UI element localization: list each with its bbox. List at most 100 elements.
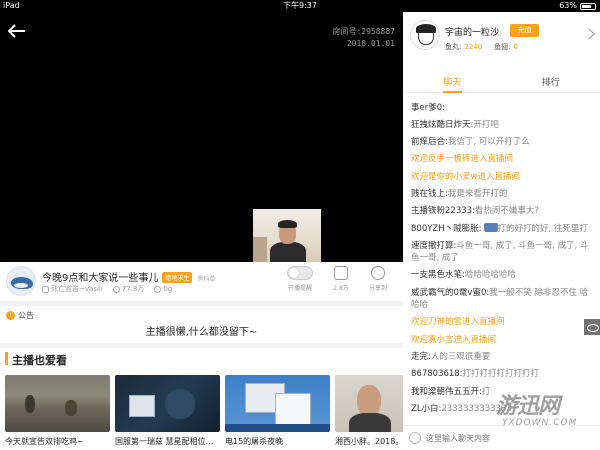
chat-text: 打的好打的好, 往死里打 [497,223,588,234]
status-bar: iPad 下午9:37 63% [0,0,600,12]
people-icon [112,285,120,293]
chat-username[interactable]: 前痒后合: [411,137,448,147]
chat-message: 800YZH丶贼膨胀: 打的好打的好, 往死里打 [403,220,600,237]
chat-message: 威武霸气的0鼋v蜜0:我一般不笑 除非忍不住 哈哈哈 [403,284,600,314]
chat-username[interactable]: 一支黑色水笔: [411,270,465,280]
share-icon [371,266,385,280]
chat-message: 走完:人的三观很重要 [403,348,600,365]
anchor-info: 今晚9点和大家说一些事儿 绝地求生 黑科单 死亡宣告~vasili 77.8万 0g… [0,262,403,300]
chat-enter-notice: 欢迎寡小言进入直播间 [403,331,600,348]
battery-percent: 63% [559,1,577,10]
favorites-list: 今天就宣告双排吃鸡~ 国服第一瑞兹 慧星配相位… 电15的屠杀夜晚 湘西小胖。2… [5,375,405,450]
chat-message: 主播铁粉22333:看热闹不嫌事大? [403,203,600,220]
thumbnail-caption: 国服第一瑞兹 慧星配相位… [115,437,214,446]
eye-icon[interactable] [584,319,600,335]
announcement: ! 公告 主播很懒,什么都没留下~ [0,307,403,343]
yuwan-count: 2240 [464,43,483,51]
chat-text: 我是来看开打的 [447,188,508,199]
stream-date: 2018.01.01 [346,39,395,48]
list-item[interactable]: 今天就宣告双排吃鸡~ [5,375,110,450]
chat-username[interactable]: 主播铁粉22333: [411,206,475,216]
announcement-text: 主播很懒,什么都没留下~ [145,327,258,338]
chat-username[interactable]: 我和梁朝伟五五开: [411,387,482,397]
thumbnail-image [225,375,330,432]
chat-enter-notice: 欢迎反手一板砖进入直播间 [403,151,600,168]
chat-username[interactable]: 贱在钱上: [411,189,448,199]
section-accent-bar [5,352,8,365]
webcam-overlay [253,209,321,262]
room-info: 房间号:2958887 2018.01.01 [332,26,395,50]
user-avatar[interactable] [410,20,440,50]
chat-message: 速度撤打算:斗鱼一哥, 成了, 斗鱼一哥, 成了, 斗鱼一哥, 成了 [403,237,600,267]
recharge-button[interactable]: 充值 [510,24,539,37]
chat-text: 开打吧 [473,119,499,130]
chat-text: 欢迎是你的小爱w进入直播间 [411,171,520,182]
chat-text: 欢迎寡小言进入直播间 [411,334,497,345]
chat-enter-notice: 欢迎是你的小爱w进入直播间 [403,168,600,185]
tab-rank[interactable]: 排行 [502,75,600,92]
chat-username[interactable]: ZL小白: [411,404,441,414]
tab-chat[interactable]: 聊天 [403,75,502,93]
chat-message: 一支黑色水笔:哈哈哈哈哈哈 [403,267,600,284]
thumbnail-caption: 今天就宣告双排吃鸡~ [5,437,84,446]
list-item[interactable]: 电15的屠杀夜晚 [225,375,330,450]
chat-text: 哈哈哈哈哈哈 [464,270,516,281]
favorites-title: 主播也爱看 [12,354,67,367]
chat-enter-notice: 欢迎刀神的雪进入直播间 [403,314,600,331]
battery-icon [580,2,596,10]
room-details: 今晚9点和大家说一些事儿 绝地求生 黑科单 死亡宣告~vasili 77.8万 0g… [0,262,405,450]
thumbnail-image [335,375,405,432]
chat-message: 事er爹0: [403,99,600,116]
watermark-text: 游迅网 [496,394,560,419]
chat-message-list[interactable]: 事er爹0: 狂拽炫酷日炸天:开打吧前痒后合:我信了, 可以开打了么欢迎反手一板砖… [403,99,600,425]
watermark: 游迅网 YXDOWN.COM [490,380,595,442]
anchor-name: 死亡宣告~vasili [51,285,103,293]
user-name: 宇宙的一粒沙 [445,28,500,38]
thumbnail-caption: 电15的屠杀夜晚 [225,437,284,446]
follower-count: 77.8万 [121,285,145,293]
user-profile[interactable]: 宇宙的一粒沙 充值 鱼丸: 2240 鱼翅: 0 [403,12,600,72]
chat-message: 前痒后合:我信了, 可以开打了么 [403,134,600,151]
clock: 下午9:37 [283,1,317,10]
emoji-icon[interactable] [409,432,421,444]
tag-icon [42,285,49,293]
stream-reminder-toggle[interactable]: 开播提醒 [283,266,317,292]
weight-count: 0g [163,285,173,293]
yuchi-count: 0 [513,43,519,51]
video-player[interactable]: 房间号:2958887 2018.01.01 [0,12,403,262]
chat-text: 我信了, 可以开打了么 [447,137,530,148]
chat-username[interactable]: 867803618: [411,369,463,379]
follow-button[interactable]: 2.8万 [324,266,358,292]
category-badge[interactable]: 绝地求生 [162,272,193,283]
list-item[interactable]: 湘西小胖。2018。祝 [335,375,405,450]
weight-icon [154,285,162,293]
chat-username[interactable]: 走完: [411,352,431,362]
anchor-meta: 死亡宣告~vasili 77.8万 0g [42,284,172,294]
chat-username[interactable]: 速度撤打算: [411,241,456,251]
chat-username[interactable]: 威武霸气的0鼋v蜜0: [411,288,489,298]
heart-icon [334,266,348,280]
thumbnail-caption: 湘西小胖。2018。祝 [335,437,405,446]
room-number: 房间号:2958887 [332,27,395,36]
chat-username[interactable]: 800YZH丶贼膨胀: [411,224,482,234]
share-button[interactable]: 分享到 [361,266,395,292]
chat-text: 打打打打打打打打打 [462,369,540,380]
anchor-avatar[interactable] [6,266,36,296]
toggle-icon [287,266,313,280]
chat-text: 欢迎反手一板砖进入直播间 [411,154,514,165]
user-balance: 鱼丸: 2240 鱼翅: 0 [445,43,519,51]
battery-indicator: 63% [559,0,596,12]
favorites-header: 主播也爱看 [0,348,403,370]
chevron-right-icon[interactable] [583,28,595,40]
chat-username[interactable]: 狂拽炫酷日炸天: [411,120,473,130]
chat-message: 贱在钱上:我是来看开打的 [403,185,600,202]
fan-badge-icon [483,222,498,232]
announcement-icon: ! [6,311,15,320]
divider [0,301,403,306]
back-arrow-icon[interactable] [8,24,26,38]
watermark-url: YXDOWN.COM [502,418,578,428]
list-item[interactable]: 国服第一瑞兹 慧星配相位… [115,375,220,450]
chat-text: 人的三观很重要 [430,351,491,362]
chat-username[interactable]: 事er爹0: [411,103,445,113]
rank-text: 黑科单 [197,276,216,283]
